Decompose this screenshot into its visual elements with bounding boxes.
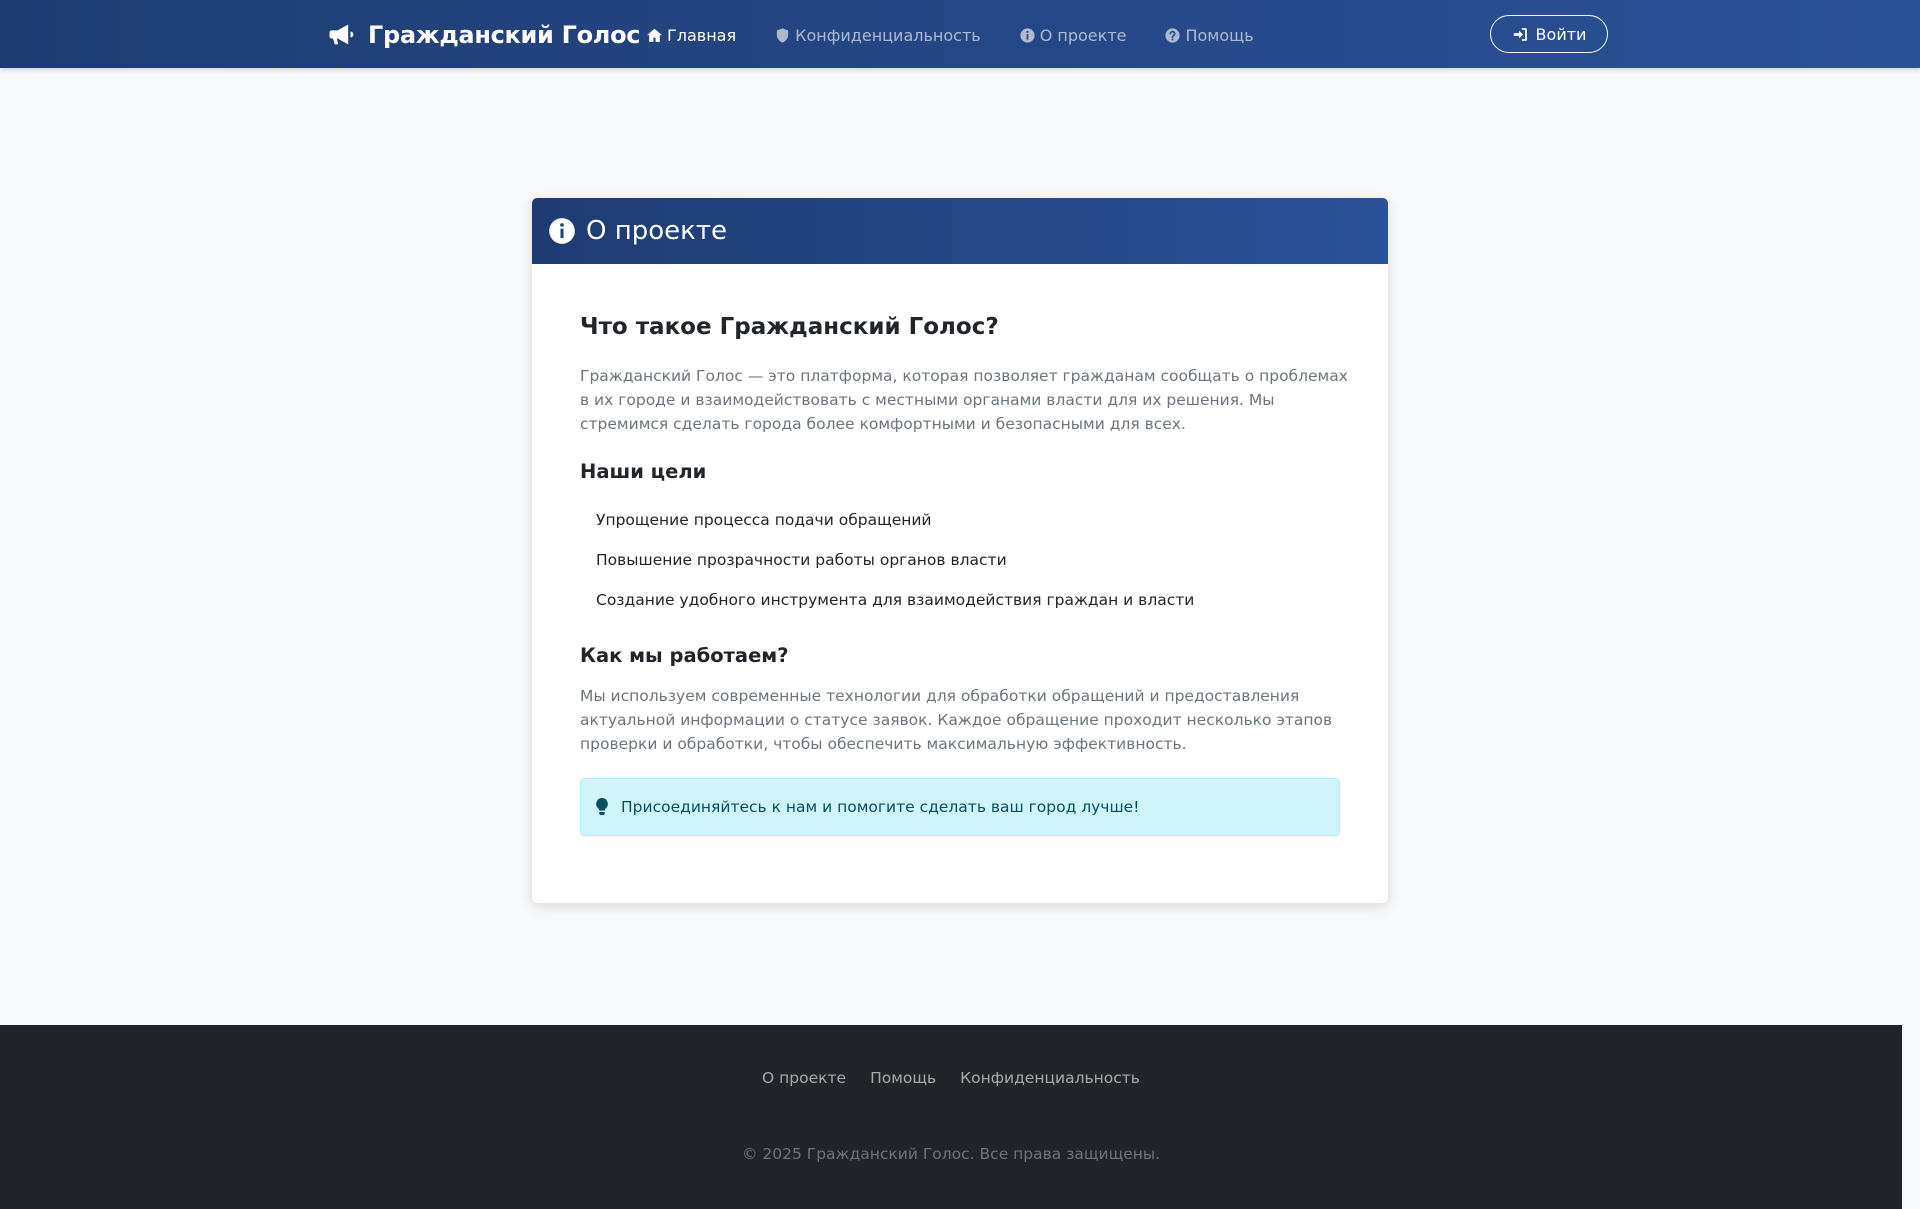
nav-link-privacy-label: Конфиденциальность [795,25,981,45]
scrollbar-gutter [1902,1025,1920,1209]
copyright: © 2025 Гражданский Голос. Все права защи… [741,1145,1161,1163]
footer-link-privacy[interactable]: Конфиденциальность [960,1069,1140,1087]
navbar: Гражданский Голос Главная Конфиденциальн… [0,0,1920,68]
brand-name: Гражданский Голос [368,21,641,49]
goals-heading: Наши цели [580,460,707,483]
nav-link-privacy[interactable]: Конфиденциальность [774,26,981,45]
login-button[interactable]: Войти [1490,15,1608,53]
megaphone-icon [329,24,354,45]
info-icon [549,218,575,244]
goals-list: Упрощение процесса подачи обращений Повы… [596,510,1194,630]
footer: О проекте Помощь Конфиденциальность © 20… [0,1025,1902,1209]
nav-links: Главная Конфиденциальность О проекте Пом… [646,22,1292,48]
card-header: О проекте [532,198,1388,264]
intro-text: Гражданский Голос — это платформа, котор… [580,367,1348,433]
login-button-label: Войти [1535,24,1587,44]
goal-item: Создание удобного инструмента для взаимо… [596,591,1195,609]
goal-item: Упрощение процесса подачи обращений [596,511,932,529]
footer-links: О проекте Помощь Конфиденциальность [0,1069,1902,1087]
goal-item: Повышение прозрачности работы органов вл… [596,551,1007,569]
nav-link-home-label: Главная [667,25,737,45]
how-text: Мы используем современные технологии для… [580,687,1333,753]
nav-link-help-label: Помощь [1185,25,1254,45]
join-alert: Присоединяйтесь к нам и помогите сделать… [580,778,1340,836]
footer-link-about[interactable]: О проекте [762,1069,846,1087]
nav-link-help[interactable]: Помощь [1164,25,1254,45]
card-title: О проекте [586,216,727,246]
nav-link-home[interactable]: Главная [646,26,736,45]
how-heading: Как мы работаем? [580,644,789,667]
nav-link-about[interactable]: О проекте [1019,25,1127,45]
about-heading: Что такое Гражданский Голос? [580,314,999,340]
sign-in-icon [1513,27,1527,41]
nav-link-about-label: О проекте [1039,25,1127,45]
brand-logo[interactable]: Гражданский Голос [326,18,641,52]
question-icon [1165,27,1181,43]
about-card: О проекте Что такое Гражданский Голос? Г… [532,198,1388,903]
home-icon [647,28,662,42]
alert-text: Присоединяйтесь к нам и помогите сделать… [621,798,1140,816]
info-icon [1020,27,1035,43]
shield-icon [776,27,789,43]
lightbulb-icon [596,798,608,816]
footer-link-help[interactable]: Помощь [870,1069,936,1087]
